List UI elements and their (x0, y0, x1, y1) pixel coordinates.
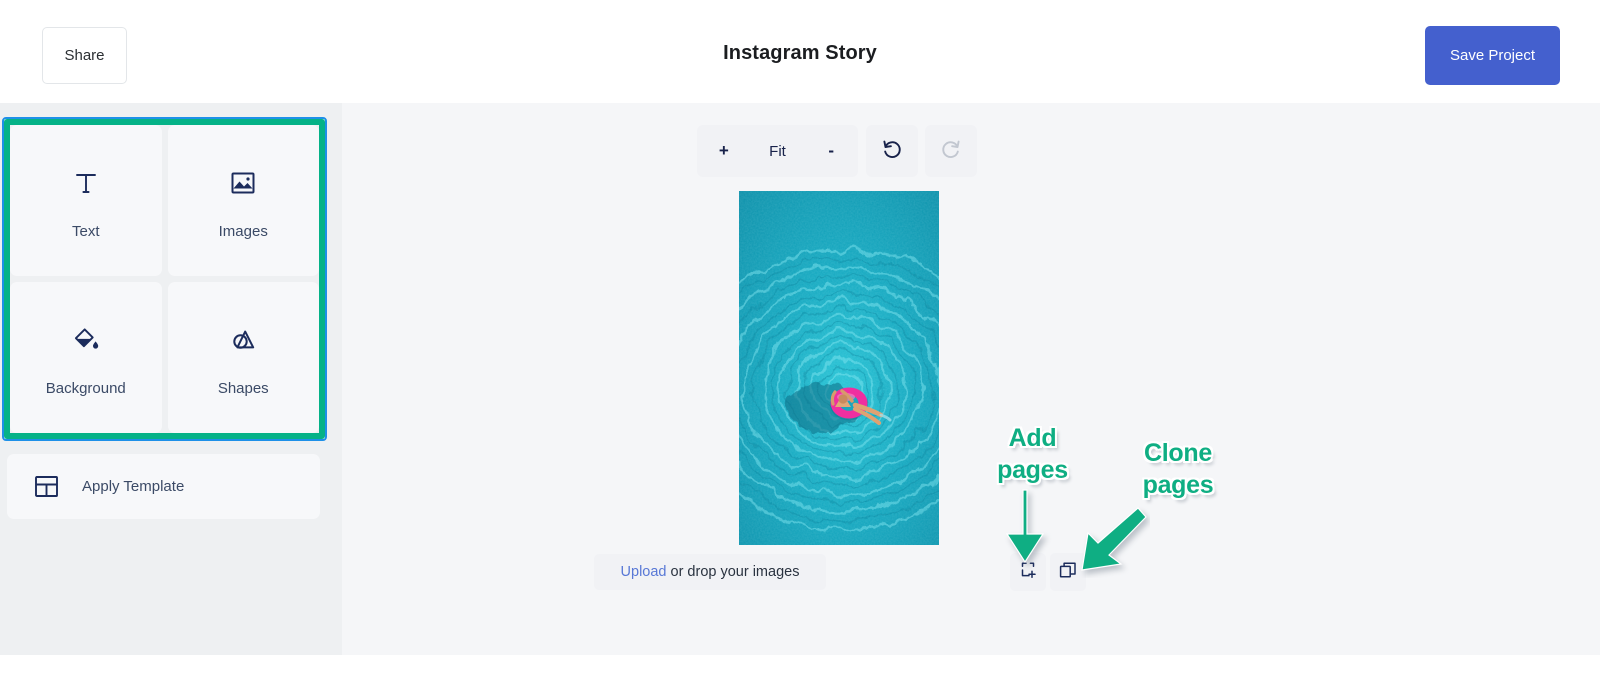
sidebar-item-background[interactable]: Background (10, 282, 162, 433)
template-grid-icon (34, 474, 59, 499)
sidebar-item-text[interactable]: Text (10, 125, 162, 276)
tool-grid-focus-ring: Text Images Background Shapes (2, 117, 327, 441)
image-icon (230, 161, 256, 205)
sidebar-item-images[interactable]: Images (167, 125, 319, 276)
canvas-area: + Fit - Upload or drop your images (342, 103, 1600, 655)
apply-template-label: Apply Template (82, 478, 185, 495)
clone-page-button[interactable] (1050, 553, 1086, 591)
app-header: Share Instagram Story Save Project (0, 0, 1600, 110)
copy-pages-icon (1058, 560, 1078, 585)
upload-dropzone[interactable]: Upload or drop your images (594, 554, 826, 590)
artboard-page-1[interactable] (739, 191, 939, 545)
upload-link[interactable]: Upload (621, 564, 667, 580)
apply-template-button[interactable]: Apply Template (7, 454, 320, 519)
zoom-in-button[interactable]: + (697, 125, 751, 177)
sidebar-item-label: Background (45, 380, 126, 397)
redo-icon (940, 138, 962, 165)
undo-button[interactable] (866, 125, 918, 177)
undo-icon (881, 138, 903, 165)
upload-hint-text: or drop your images (670, 564, 800, 580)
save-project-button[interactable]: Save Project (1425, 26, 1560, 85)
redo-button[interactable] (925, 125, 977, 177)
sidebar-item-shapes[interactable]: Shapes (167, 282, 319, 433)
text-icon (72, 161, 100, 205)
paint-bucket-icon (72, 318, 100, 362)
zoom-fit-button[interactable]: Fit (751, 125, 805, 177)
tool-grid: Text Images Background Shapes (4, 119, 325, 439)
save-project-label: Save Project (1449, 47, 1536, 64)
app-root: Share Instagram Story Save Project Text (0, 0, 1600, 677)
left-sidebar: Text Images Background Shapes Apply Temp… (0, 103, 342, 655)
zoom-toolbar: + Fit - (697, 125, 858, 177)
sidebar-item-label: Images (218, 223, 268, 240)
pool-photo (739, 191, 939, 545)
page-plus-icon (1018, 560, 1038, 585)
shapes-icon (229, 318, 257, 362)
page-title: Instagram Story (723, 42, 877, 64)
add-page-button[interactable] (1010, 553, 1046, 591)
sidebar-item-label: Text (71, 223, 100, 240)
sidebar-item-label: Shapes (217, 380, 269, 397)
zoom-out-button[interactable]: - (804, 125, 858, 177)
